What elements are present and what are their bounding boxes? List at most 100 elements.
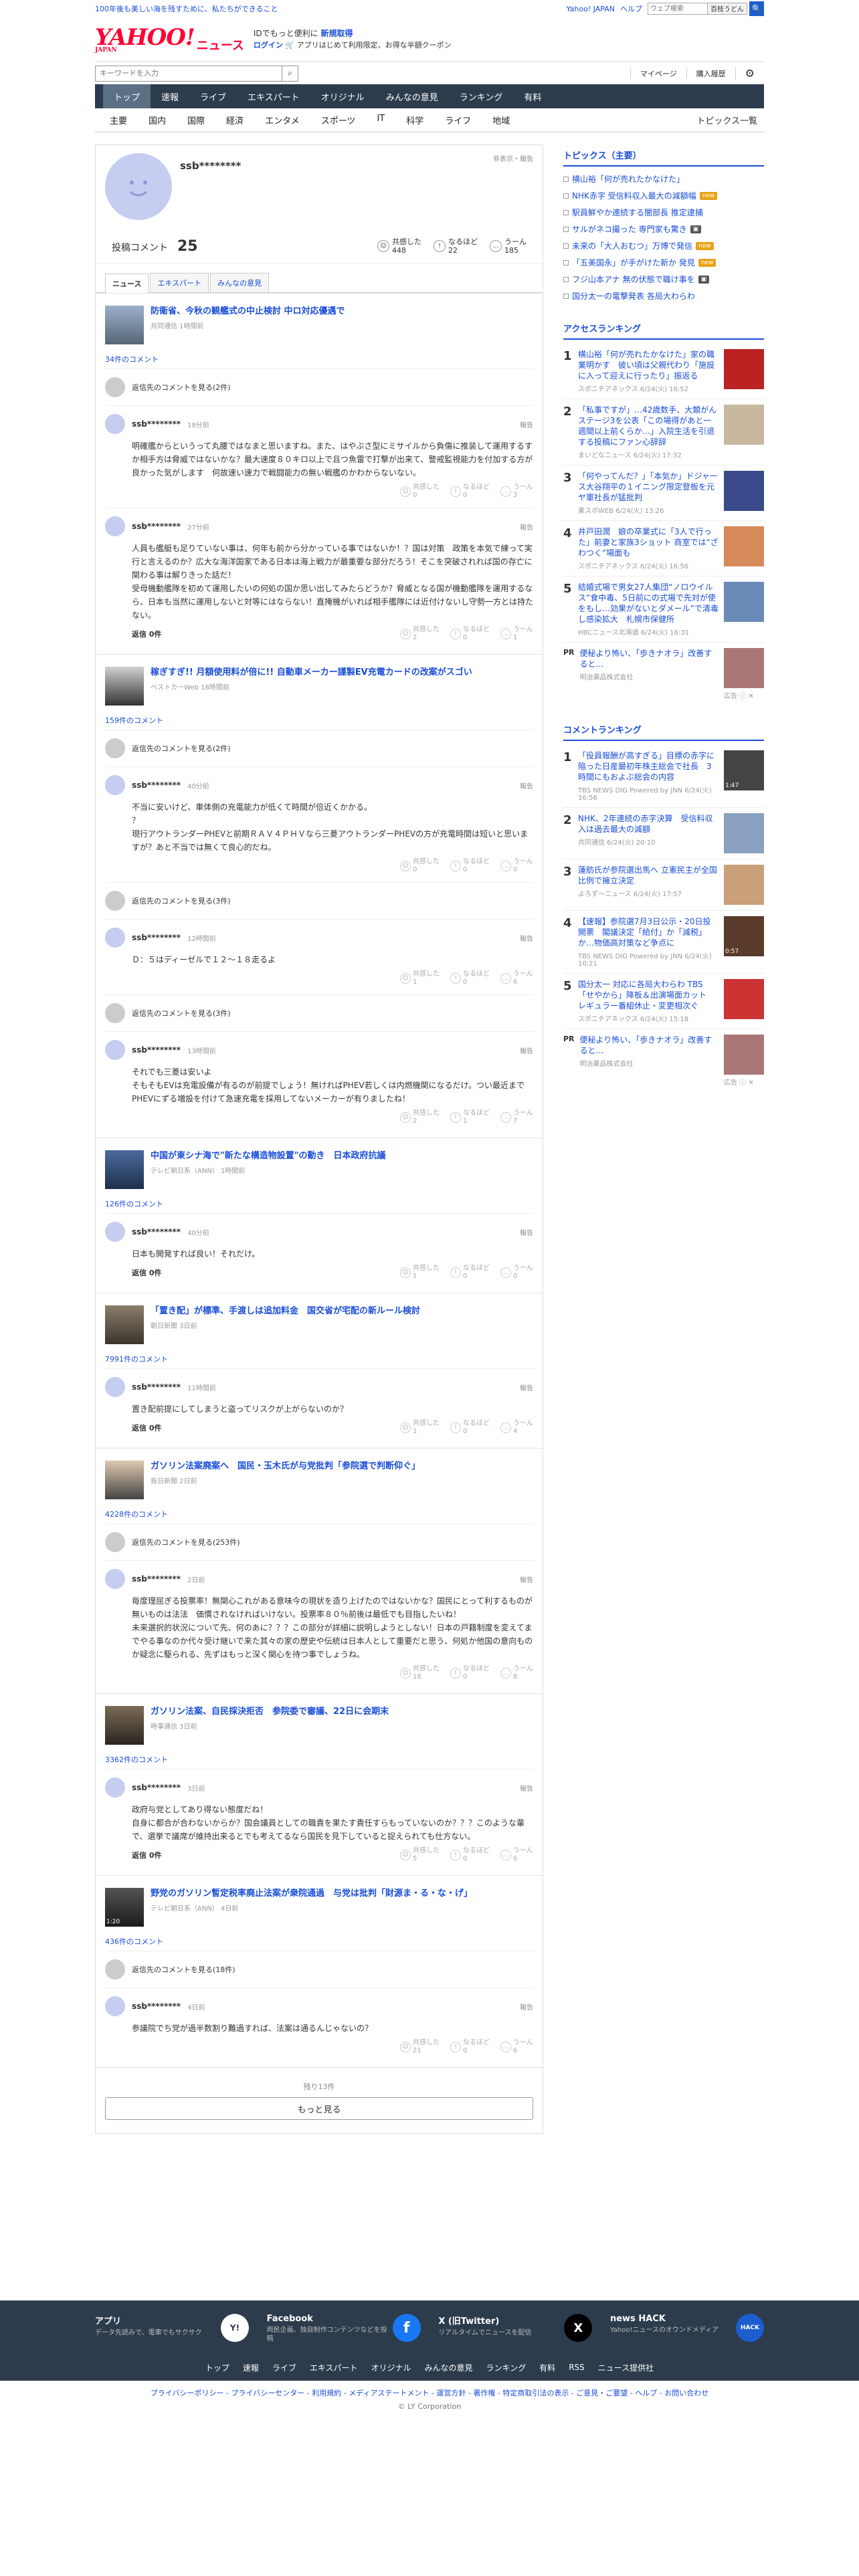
footer-nav-item[interactable]: 有料: [539, 2362, 555, 2373]
tab-expert[interactable]: エキスパート: [150, 273, 209, 292]
report-link[interactable]: 報告: [520, 1574, 533, 1584]
tab-news[interactable]: ニュース: [105, 274, 149, 293]
nav-ranking[interactable]: ランキング: [449, 84, 514, 108]
article-thumbnail[interactable]: [105, 1461, 144, 1499]
comment-count-link[interactable]: 34件のコメント: [105, 354, 533, 364]
ranking-item[interactable]: 1 横山裕「何が売れたかなけた」家の職業明かす 彼い頃は父親代わり「施設に入って迎…: [563, 344, 764, 399]
insight-vote[interactable]: ! なるほど 0: [450, 484, 490, 500]
hmm-vote[interactable]: … うーん 0: [500, 858, 533, 874]
article-title[interactable]: 稼ぎすぎ!! 月額使用料が倍に!! 自動車メーカー謹製EV充電カードの改案がスゴ…: [151, 667, 472, 679]
comment-author[interactable]: ssb********: [132, 1045, 181, 1055]
topic-item[interactable]: 国分太一の電撃発表 各局大わらわ: [563, 288, 764, 304]
parent-comment-link[interactable]: 返信先のコメントを見る(18件): [105, 1951, 533, 1988]
comment-author[interactable]: ssb********: [132, 419, 181, 429]
comment-count-link[interactable]: 3362件のコメント: [105, 1754, 533, 1765]
insight-vote[interactable]: ! なるほど 0: [450, 2039, 490, 2055]
empathy-vote[interactable]: ☺ 共感した 21: [400, 2039, 440, 2055]
hmm-vote[interactable]: … うーん 1: [500, 626, 533, 642]
insight-vote[interactable]: ! なるほど 0: [450, 1665, 490, 1681]
empathy-vote[interactable]: ☺ 共感した 1: [400, 970, 440, 986]
footer-facebook-card[interactable]: Facebook 両民企画、独自制作コンテンツなどを投稿 f: [267, 2314, 421, 2343]
article-title[interactable]: 防衛省、今秋の観艦式の中止検討 中ロ対応優遇で: [151, 306, 345, 318]
insight-vote[interactable]: ! なるほど 0: [450, 970, 490, 986]
empathy-vote[interactable]: ☺ 共感した 1: [400, 1420, 440, 1436]
ranking-item[interactable]: 2 「私事ですが」…42歳数手、大類がんステージ3を公表「この場得があと一週間以上…: [563, 399, 764, 465]
footer-nav-item[interactable]: オリジナル: [371, 2362, 411, 2373]
search-suggest[interactable]: 百枝うどん: [708, 3, 747, 15]
ad-label[interactable]: 広告 ⓘ ✕: [724, 690, 764, 700]
article-thumbnail[interactable]: [105, 1706, 144, 1745]
article-thumbnail[interactable]: [105, 667, 144, 706]
cat-sports[interactable]: スポーツ: [310, 114, 367, 126]
parent-comment-link[interactable]: 返信先のコメントを見る(3件): [105, 882, 533, 919]
ranking-item[interactable]: 3 蓮舫氏が参院選出馬へ 立憲民主が全国比例で擁立決定 よろず〜ニュース 6/24(…: [563, 859, 764, 911]
nav-breaking[interactable]: 速報: [151, 84, 189, 108]
cat-entertainment[interactable]: エンタメ: [254, 114, 310, 126]
insight-vote[interactable]: ! なるほど 0: [450, 1847, 490, 1863]
legal-links[interactable]: プライバシーポリシー - プライバシーセンター - 利用規約 - メディアステー…: [0, 2387, 859, 2398]
insight-vote[interactable]: ! なるほど 1: [450, 1109, 490, 1125]
report-link[interactable]: 報告: [520, 419, 533, 429]
topic-item[interactable]: サルがネコ撮った 専門家も驚き ▣: [563, 221, 764, 237]
footer-nav-item[interactable]: ランキング: [486, 2362, 527, 2373]
comment-author[interactable]: ssb********: [132, 522, 181, 531]
login-link[interactable]: ログイン: [254, 41, 283, 49]
empathy-vote[interactable]: ☺ 共感した 5: [400, 1847, 440, 1863]
history-link[interactable]: 購入履歴: [686, 68, 735, 79]
coupon-link[interactable]: 🛒 アプリはじめて利用限定、お得な半額クーポン: [285, 41, 451, 49]
nav-expert[interactable]: エキスパート: [237, 84, 310, 108]
empathy-vote[interactable]: ☺ 共感した 2: [400, 626, 440, 642]
signup-link[interactable]: 新規取得: [320, 29, 353, 38]
reply-link[interactable]: 返信 0件: [132, 629, 161, 639]
comment-author[interactable]: ssb********: [132, 780, 181, 790]
comment-author[interactable]: ssb********: [132, 2002, 181, 2011]
comment-count-link[interactable]: 7991件のコメント: [105, 1354, 533, 1364]
parent-comment-link[interactable]: 返信先のコメントを見る(253件): [105, 1523, 533, 1560]
topic-item[interactable]: 駅員鮮やか連続する闇部長 推定逮捕: [563, 204, 764, 221]
insight-vote[interactable]: ! なるほど 0: [450, 1420, 490, 1436]
hmm-vote[interactable]: … うーん 8: [500, 1665, 533, 1681]
cat-local[interactable]: 地域: [482, 114, 520, 126]
footer-x-card[interactable]: X (旧Twitter) リアルタイムでニュースを配信 X: [438, 2314, 593, 2343]
footer-app-card[interactable]: アプリ データ先読みで、電車でもサクサク Y!: [95, 2314, 249, 2343]
topic-item[interactable]: 横山裕「何が売れたかなけた」: [563, 171, 764, 187]
footer-nav-item[interactable]: RSS: [569, 2363, 585, 2372]
empathy-vote[interactable]: ☺ 共感した 1: [400, 1265, 440, 1281]
empathy-vote[interactable]: ☺ 共感した 0: [400, 484, 440, 500]
web-search-input[interactable]: [648, 3, 708, 15]
topic-item[interactable]: 「五美国永」が手がけた新か 発見 new: [563, 254, 764, 271]
footer-nav-item[interactable]: トップ: [205, 2362, 229, 2373]
help-link[interactable]: ヘルプ: [620, 3, 642, 14]
report-link[interactable]: 報告: [520, 1382, 533, 1392]
article-title[interactable]: 野党のガソリン暫定税率廃止法案が衆院通過 与党は批判「財源ま・る・な・げ」: [151, 1888, 472, 1900]
topic-item[interactable]: NHK赤字 受信料収入最大の減額幅 new: [563, 187, 764, 204]
cat-domestic[interactable]: 国内: [138, 114, 177, 126]
comment-count-link[interactable]: 159件のコメント: [105, 715, 533, 726]
yahoo-news-logo[interactable]: YAHOO! JAPAN ニュース: [95, 26, 244, 53]
report-link[interactable]: 報告: [520, 1045, 533, 1055]
insight-vote[interactable]: ! なるほど 0: [450, 1265, 490, 1281]
hmm-vote[interactable]: … うーん 6: [500, 1847, 533, 1863]
yahoo-japan-link[interactable]: Yahoo! JAPAN: [566, 5, 615, 13]
article-title[interactable]: ガソリン法案、自民採決拒否 参院委で審議、22日に会期末: [151, 1706, 389, 1718]
search-button[interactable]: 🔍: [749, 1, 764, 16]
gear-icon[interactable]: ⚙: [735, 67, 764, 80]
ranking-item[interactable]: 2 NHK、2年連続の赤字決算 受信料収入は過去最大の減額 共同通信 6/24(火)…: [563, 808, 764, 859]
nav-original[interactable]: オリジナル: [310, 84, 375, 108]
empathy-vote[interactable]: ☺ 共感した 0: [400, 858, 440, 874]
report-link[interactable]: 報告: [520, 1783, 533, 1793]
nav-top[interactable]: トップ: [103, 84, 151, 108]
nav-live[interactable]: ライブ: [189, 84, 237, 108]
topics-list-link[interactable]: トピックス一覧: [696, 114, 764, 126]
nav-paid[interactable]: 有料: [513, 84, 552, 108]
hmm-vote[interactable]: … うーん 3: [500, 484, 533, 500]
search-icon[interactable]: ⌕: [282, 65, 298, 82]
ranking-item[interactable]: 1 「役員報酬が高すぎる」目標の赤字に陥った日産最初年株主総会で社長 3時間にもお…: [563, 745, 764, 808]
comment-author[interactable]: ssb********: [132, 1382, 181, 1392]
footer-nav-item[interactable]: 速報: [243, 2362, 259, 2373]
cat-world[interactable]: 国際: [177, 114, 215, 126]
comment-count-link[interactable]: 436件のコメント: [105, 1936, 533, 1947]
reply-link[interactable]: 返信 0件: [132, 1422, 161, 1433]
comment-author[interactable]: ssb********: [132, 933, 181, 942]
parent-comment-link[interactable]: 返信先のコメントを見る(2件): [105, 730, 533, 766]
